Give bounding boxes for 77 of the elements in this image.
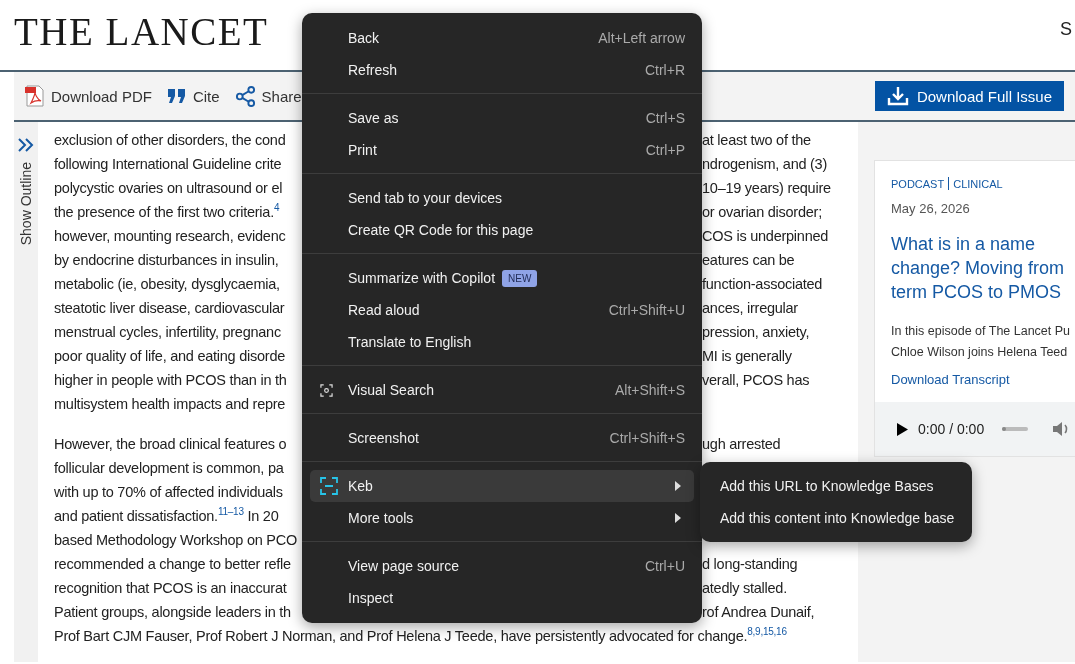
menu-item[interactable]: Screenshot Ctrl+Shift+S xyxy=(310,422,694,454)
menu-item[interactable]: Keb xyxy=(310,470,694,502)
article-text: with up to 70% of affected individuals xyxy=(54,483,283,502)
article-text: atedly stalled. xyxy=(702,579,787,598)
menu-item[interactable]: Visual Search Alt+Shift+S xyxy=(310,374,694,406)
download-issue-button[interactable]: Download Full Issue xyxy=(874,81,1064,111)
menu-item[interactable]: Translate to English xyxy=(310,326,694,358)
audio-time: 0:00 / 0:00 xyxy=(918,421,985,437)
menu-item[interactable]: Back Alt+Left arrow xyxy=(310,22,694,54)
podcast-description: In this episode of The Lancet Pu Chloe Wilson joins Helena Teed xyxy=(891,323,1072,361)
new-badge: NEW xyxy=(502,269,538,287)
toolbar-link[interactable]: Share xyxy=(234,85,302,107)
menu-item[interactable]: Print Ctrl+P xyxy=(310,134,694,166)
article-text: Prof Bart CJM Fauser, Prof Robert J Norman, and Prof Helena J Teede, have persistently advocated for change.$^{8,9,15,16}$ xyxy=(54,625,787,646)
article-text: verall, PCOS has xyxy=(702,371,810,390)
article-text: pression, anxiety, xyxy=(702,323,810,342)
article-text: the presence of the first two criteria.$^{4}$ xyxy=(54,201,280,222)
article-text: poor quality of life, and eating disorde xyxy=(54,347,286,366)
article-text: and patient dissatisfaction.$^{11–13}$ In 20 xyxy=(54,505,279,526)
article-text: eatures can be xyxy=(702,251,795,270)
article-text: exclusion of other disorders, the cond xyxy=(54,131,286,150)
menu-item[interactable]: Save as Ctrl+S xyxy=(310,102,694,134)
menu-item[interactable]: Inspect xyxy=(310,582,694,614)
podcast-date: May 26, 2026 xyxy=(891,201,971,216)
pdf-icon xyxy=(25,85,45,107)
article-text: Patient groups, alongside leaders in th xyxy=(54,603,291,622)
article-text: polycystic ovaries on ultrasound or el xyxy=(54,179,283,198)
header-link[interactable]: S xyxy=(1060,18,1074,40)
submenu-item[interactable]: Add this URL to Knowledge Bases xyxy=(700,470,972,502)
bracket-icon xyxy=(320,477,338,495)
article-text: rof Andrea Dunaif, xyxy=(702,603,815,622)
article-text: However, the broad clinical features o xyxy=(54,435,287,454)
article-text: by endocrine disturbances in insulin, xyxy=(54,251,279,270)
category-link[interactable]: PODCAST xyxy=(891,177,945,190)
submenu-item[interactable]: Add this content into Knowledge base xyxy=(700,502,972,534)
article-text: MI is generally xyxy=(702,347,792,366)
article-text: steatotic liver disease, cardiovascular xyxy=(54,299,285,318)
article-text: at least two of the xyxy=(702,131,811,150)
menu-item[interactable]: Summarize with Copilot NEW xyxy=(310,262,694,294)
article-text: ndrogenism, and (3) xyxy=(702,155,827,174)
menu-item[interactable]: Send tab to your devices xyxy=(310,182,694,214)
podcast-title-link[interactable]: What is in a name change? Moving from term PCOS to PMOS xyxy=(891,232,1075,304)
menu-item[interactable]: Refresh Ctrl+R xyxy=(310,54,694,86)
article-text: follicular development is common, pa xyxy=(54,459,284,478)
play-icon[interactable] xyxy=(897,422,908,436)
menu-item[interactable]: View page source Ctrl+U xyxy=(310,550,694,582)
article-text: higher in people with PCOS than in th xyxy=(54,371,287,390)
article-text: 10–19 years) require xyxy=(702,179,831,198)
download-icon xyxy=(886,86,909,106)
article-text: ances, irregular xyxy=(702,299,798,318)
share-icon xyxy=(234,85,256,107)
menu-item[interactable]: Create QR Code for this page xyxy=(310,214,694,246)
quote-icon xyxy=(166,88,187,104)
expand-icon[interactable] xyxy=(17,138,35,152)
menu-item[interactable]: Read aloud Ctrl+Shift+U xyxy=(310,294,694,326)
site-logo[interactable]: THE LANCET xyxy=(14,8,269,54)
article-text: recognition that PCOS is an inaccurat xyxy=(54,579,287,598)
article-text: recommended a change to better refle xyxy=(54,555,291,574)
progress-slider[interactable] xyxy=(1002,427,1007,431)
article-text: menstrual cycles, infertility, pregnanc xyxy=(54,323,281,342)
category-link[interactable]: CLINICAL xyxy=(953,177,1003,190)
article-text: function-associated xyxy=(702,275,823,294)
article-text: COS is underpinned xyxy=(702,227,829,246)
visual-search-icon xyxy=(320,383,333,397)
show-outline-toggle[interactable]: Show Outline xyxy=(18,162,34,246)
article-text: ugh arrested xyxy=(702,435,781,454)
toolbar-link[interactable]: Cite xyxy=(166,85,220,107)
article-text: d long-standing xyxy=(702,555,798,574)
article-text: or ovarian disorder; xyxy=(702,203,822,222)
article-text: however, mounting research, evidenc xyxy=(54,227,286,246)
menu-item[interactable]: More tools xyxy=(310,502,694,534)
article-text: multisystem health impacts and repre xyxy=(54,395,286,414)
article-text: following International Guideline crite xyxy=(54,155,282,174)
article-text: metabolic (ie, obesity, dysglycaemia, xyxy=(54,275,280,294)
transcript-link[interactable]: Download Transcript xyxy=(891,372,1010,387)
article-text: based Methodology Workshop on PCO xyxy=(54,531,297,550)
toolbar-link[interactable]: Download PDF xyxy=(25,85,152,107)
